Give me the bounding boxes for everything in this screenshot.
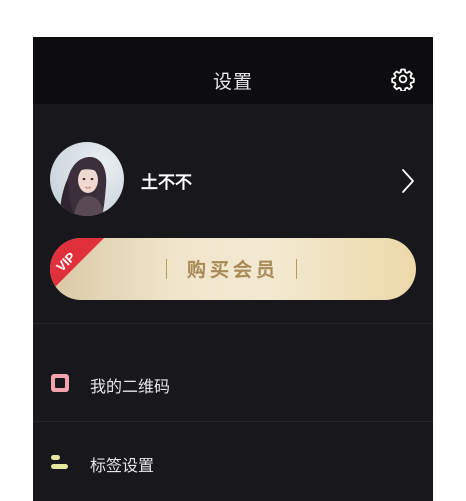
qr-code-icon — [50, 373, 70, 393]
row-divider — [33, 421, 433, 422]
page-title: 设置 — [212, 71, 253, 93]
section-divider — [33, 323, 433, 324]
menu-item-label: 我的二维码 — [90, 377, 171, 396]
settings-screen: 设置 土不不 VIP 购买会员 我的二维码 标签设置 — [33, 37, 433, 501]
vip-divider-right — [296, 259, 297, 279]
tag-settings-icon — [50, 452, 70, 472]
avatar[interactable] — [50, 142, 124, 216]
profile-row[interactable]: 土不不 — [33, 104, 433, 216]
menu-item-tag-settings[interactable]: 标签设置 — [33, 434, 433, 490]
buy-vip-button[interactable]: VIP 购买会员 — [50, 238, 416, 300]
gear-icon[interactable] — [391, 67, 415, 92]
chevron-right-icon[interactable] — [401, 168, 415, 194]
top-bar: 设置 — [33, 37, 433, 104]
menu-item-qr-code[interactable]: 我的二维码 — [33, 355, 433, 411]
buy-vip-label: 购买会员 — [186, 259, 279, 281]
menu-item-label: 标签设置 — [90, 456, 155, 475]
username: 土不不 — [141, 173, 192, 193]
